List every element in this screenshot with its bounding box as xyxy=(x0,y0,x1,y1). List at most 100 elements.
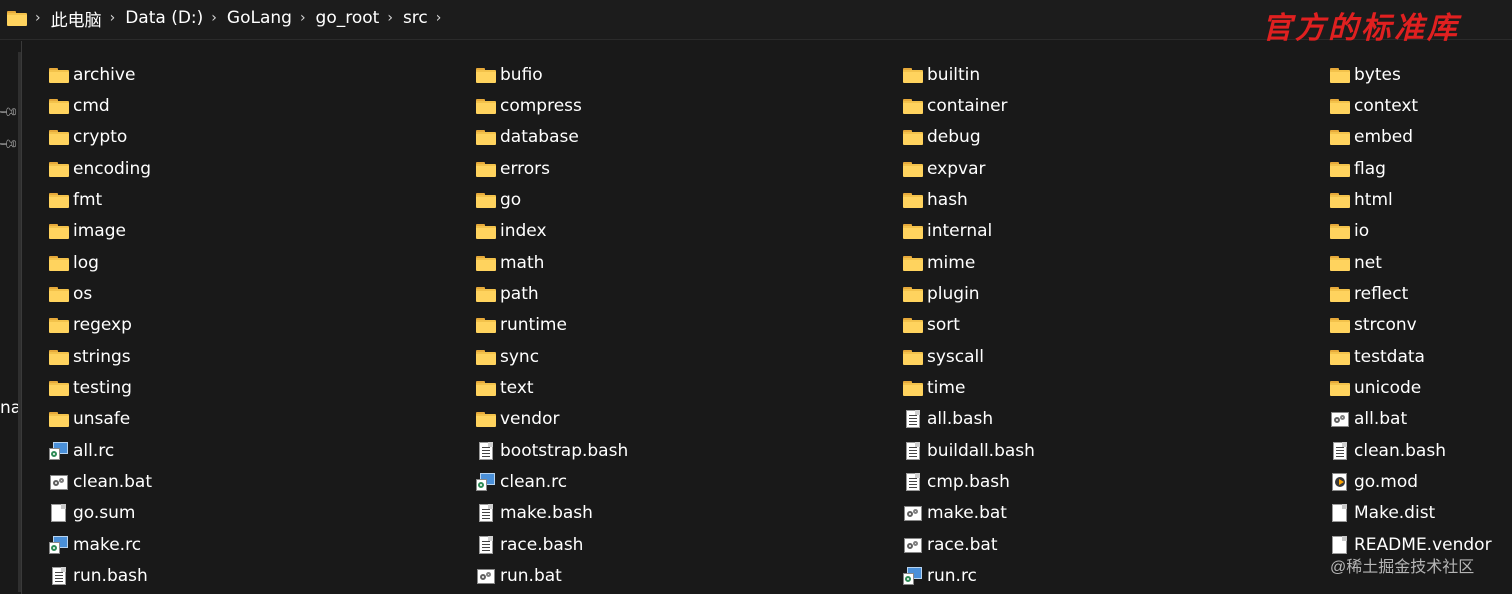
batch-file-icon xyxy=(902,535,923,555)
file-item[interactable]: all.bash xyxy=(902,404,1035,435)
folder-item[interactable]: compress xyxy=(475,90,628,121)
item-label: clean.bash xyxy=(1354,440,1446,461)
chevron-right-icon[interactable]: › xyxy=(432,10,448,26)
folder-item[interactable]: strings xyxy=(48,341,152,372)
file-item[interactable]: go.sum xyxy=(48,498,152,529)
folder-item[interactable]: archive xyxy=(48,59,152,90)
rc-file-icon xyxy=(902,566,923,586)
folder-item[interactable]: cmd xyxy=(48,90,152,121)
item-label: run.bat xyxy=(500,566,562,587)
folder-item[interactable]: database xyxy=(475,122,628,153)
item-label: image xyxy=(73,221,126,242)
folder-item[interactable]: html xyxy=(1329,184,1492,215)
file-item[interactable]: bootstrap.bash xyxy=(475,435,628,466)
address-bar[interactable]: › 此电脑 › Data (D:) › GoLang › go_root › s… xyxy=(0,0,1512,46)
breadcrumb-golang[interactable]: GoLang xyxy=(223,8,296,28)
item-label: context xyxy=(1354,96,1419,117)
folder-item[interactable]: net xyxy=(1329,247,1492,278)
file-item[interactable]: Make.dist xyxy=(1329,498,1492,529)
file-item[interactable]: run.bash xyxy=(48,561,152,592)
folder-item[interactable]: log xyxy=(48,247,152,278)
folder-item[interactable]: strconv xyxy=(1329,310,1492,341)
chevron-right-icon[interactable]: › xyxy=(207,10,223,26)
pin-icon[interactable]: 📌︎ xyxy=(0,133,19,155)
folder-item[interactable]: flag xyxy=(1329,153,1492,184)
file-item[interactable]: all.bat xyxy=(1329,404,1492,435)
folder-item[interactable]: bufio xyxy=(475,59,628,90)
file-item[interactable]: make.bat xyxy=(902,498,1035,529)
folder-item[interactable]: os xyxy=(48,278,152,309)
file-item[interactable]: all.rc xyxy=(48,435,152,466)
item-label: debug xyxy=(927,127,981,148)
file-item[interactable]: clean.rc xyxy=(475,466,628,497)
chevron-right-icon[interactable]: › xyxy=(106,10,122,26)
folder-icon xyxy=(1329,221,1350,241)
chevron-right-icon[interactable]: › xyxy=(383,10,399,26)
folder-item[interactable]: bytes xyxy=(1329,59,1492,90)
breadcrumb-drive[interactable]: Data (D:) xyxy=(121,8,207,28)
folder-item[interactable]: encoding xyxy=(48,153,152,184)
item-label: testdata xyxy=(1354,346,1425,367)
item-label: bootstrap.bash xyxy=(500,440,629,461)
folder-item[interactable]: math xyxy=(475,247,628,278)
folder-item[interactable]: debug xyxy=(902,122,1035,153)
folder-item[interactable]: container xyxy=(902,90,1035,121)
folder-item[interactable]: io xyxy=(1329,216,1492,247)
item-label: builtin xyxy=(927,64,981,85)
folder-item[interactable]: unsafe xyxy=(48,404,152,435)
folder-item[interactable]: unicode xyxy=(1329,372,1492,403)
folder-item[interactable]: reflect xyxy=(1329,278,1492,309)
pin-icon[interactable]: 📌︎ xyxy=(0,101,19,123)
item-label: all.bash xyxy=(927,409,994,430)
breadcrumb-this-pc[interactable]: 此电脑 xyxy=(47,6,106,31)
folder-item[interactable]: context xyxy=(1329,90,1492,121)
folder-item[interactable]: mime xyxy=(902,247,1035,278)
breadcrumb-go-root[interactable]: go_root xyxy=(312,8,384,28)
file-item[interactable]: run.rc xyxy=(902,561,1035,592)
folder-item[interactable]: fmt xyxy=(48,184,152,215)
file-item[interactable]: make.bash xyxy=(475,498,628,529)
file-item[interactable]: cmp.bash xyxy=(902,466,1035,497)
folder-item[interactable]: sort xyxy=(902,310,1035,341)
breadcrumb-src[interactable]: src xyxy=(399,8,432,28)
folder-item[interactable]: vendor xyxy=(475,404,628,435)
file-item[interactable]: make.rc xyxy=(48,529,152,560)
folder-item[interactable]: embed xyxy=(1329,122,1492,153)
folder-item[interactable]: index xyxy=(475,216,628,247)
folder-item[interactable]: path xyxy=(475,278,628,309)
file-item[interactable]: buildall.bash xyxy=(902,435,1035,466)
folder-item[interactable]: testdata xyxy=(1329,341,1492,372)
item-label: html xyxy=(1354,190,1393,211)
file-item[interactable]: run.bat xyxy=(475,561,628,592)
folder-item[interactable]: time xyxy=(902,372,1035,403)
item-label: bufio xyxy=(500,64,543,85)
file-item[interactable]: race.bat xyxy=(902,529,1035,560)
folder-item[interactable]: image xyxy=(48,216,152,247)
item-label: log xyxy=(73,252,99,273)
folder-item[interactable]: expvar xyxy=(902,153,1035,184)
folder-item[interactable]: sync xyxy=(475,341,628,372)
item-label: strings xyxy=(73,346,131,367)
folder-item[interactable]: regexp xyxy=(48,310,152,341)
folder-item[interactable]: go xyxy=(475,184,628,215)
folder-item[interactable]: errors xyxy=(475,153,628,184)
folder-item[interactable]: text xyxy=(475,372,628,403)
folder-item[interactable]: builtin xyxy=(902,59,1035,90)
file-item[interactable]: clean.bat xyxy=(48,466,152,497)
folder-icon xyxy=(1329,65,1350,85)
folder-item[interactable]: runtime xyxy=(475,310,628,341)
chevron-right-icon[interactable]: › xyxy=(296,10,312,26)
file-item[interactable]: race.bash xyxy=(475,529,628,560)
scrollbar[interactable] xyxy=(18,52,21,592)
folder-item[interactable]: plugin xyxy=(902,278,1035,309)
folder-item[interactable]: syscall xyxy=(902,341,1035,372)
item-label: unsafe xyxy=(73,409,131,430)
chevron-right-icon[interactable]: › xyxy=(31,10,47,26)
file-item[interactable]: clean.bash xyxy=(1329,435,1492,466)
file-item[interactable]: go.mod xyxy=(1329,466,1492,497)
folder-item[interactable]: hash xyxy=(902,184,1035,215)
folder-item[interactable]: testing xyxy=(48,372,152,403)
folder-icon xyxy=(48,96,69,116)
folder-item[interactable]: internal xyxy=(902,216,1035,247)
folder-item[interactable]: crypto xyxy=(48,122,152,153)
